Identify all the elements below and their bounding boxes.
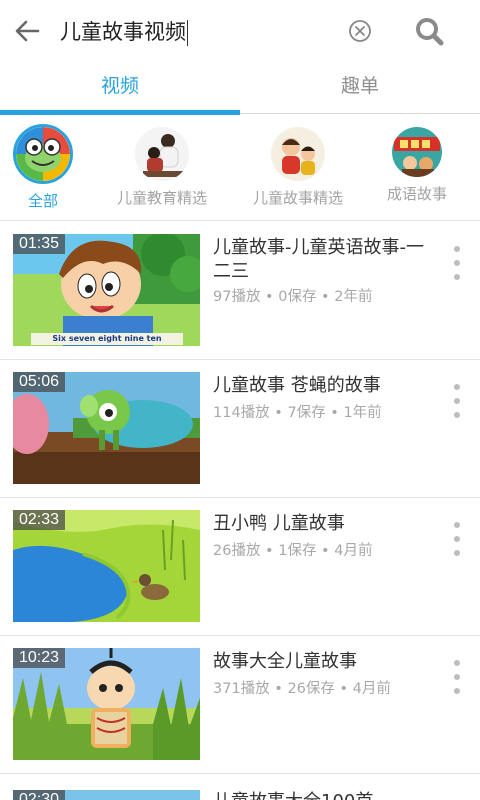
video-meta: 114播放 • 7保存 • 1年前 bbox=[213, 405, 382, 421]
video-item[interactable]: 01:35 Six seven eight nine ten 儿童故事-儿童英语… bbox=[0, 222, 480, 360]
video-duration: 01:35 bbox=[13, 234, 66, 254]
dot bbox=[454, 536, 460, 542]
video-thumbnail[interactable]: 01:35 Six seven eight nine ten bbox=[13, 234, 200, 346]
video-thumbnail[interactable]: 02:30 bbox=[13, 790, 200, 800]
dot bbox=[454, 550, 460, 556]
dot bbox=[454, 412, 460, 418]
video-item-partial[interactable]: 02:30 儿童故事大全100首 bbox=[0, 776, 480, 800]
dot bbox=[454, 384, 460, 390]
category-label: 成语故事 bbox=[386, 185, 447, 203]
tab-playlists[interactable]: 趣单 bbox=[240, 64, 480, 113]
video-meta: 26播放 • 1保存 • 4月前 bbox=[213, 543, 373, 559]
video-duration: 10:23 bbox=[13, 648, 66, 668]
category-idioms[interactable]: 成语故事 bbox=[362, 127, 472, 204]
clear-icon[interactable] bbox=[346, 17, 374, 45]
idiom-story-cover bbox=[392, 127, 442, 177]
search-icon[interactable] bbox=[412, 14, 448, 50]
tab-bar: 视频 趣单 bbox=[0, 64, 480, 115]
category-education[interactable]: 儿童教育精选 bbox=[107, 127, 217, 208]
video-item[interactable]: 02:33 丑小鸭 儿童故事 26播放 • 1保存 • 4月前 bbox=[0, 498, 480, 636]
more-options-icon[interactable] bbox=[446, 246, 468, 280]
category-stories[interactable]: 儿童故事精选 bbox=[243, 127, 353, 208]
dot bbox=[454, 246, 460, 252]
video-meta: 97播放 • 0保存 • 2年前 bbox=[213, 289, 373, 305]
video-title: 儿童故事大全100首 bbox=[213, 790, 373, 800]
video-item[interactable]: 10:23 故事大全儿童故事 371播放 • 26保存 • 4月前 bbox=[0, 636, 480, 774]
video-item[interactable]: 05:06 儿童故事 苍蝇的故事 114播放 • 7保存 • 1年前 bbox=[0, 360, 480, 498]
category-all[interactable]: 全部 bbox=[0, 124, 98, 211]
video-duration: 02:33 bbox=[13, 510, 66, 530]
tab-videos[interactable]: 视频 bbox=[0, 64, 240, 115]
video-list: 01:35 Six seven eight nine ten 儿童故事-儿童英语… bbox=[0, 222, 480, 774]
dot bbox=[454, 522, 460, 528]
video-title: 儿童故事-儿童英语故事-一二三 bbox=[213, 237, 424, 282]
back-arrow-icon[interactable] bbox=[10, 14, 44, 48]
search-bar: 儿童故事视频 bbox=[0, 0, 480, 64]
video-thumbnail[interactable]: 02:33 bbox=[13, 510, 200, 622]
video-thumbnail[interactable]: 05:06 bbox=[13, 372, 200, 484]
dot bbox=[454, 260, 460, 266]
more-options-icon[interactable] bbox=[446, 384, 468, 418]
search-query: 儿童故事视频 bbox=[60, 20, 186, 44]
text-caret bbox=[187, 20, 188, 46]
video-thumbnail[interactable]: 10:23 bbox=[13, 648, 200, 760]
category-label: 儿童故事精选 bbox=[252, 189, 343, 207]
video-duration: 02:30 bbox=[13, 790, 66, 800]
video-title: 故事大全儿童故事 bbox=[213, 651, 357, 672]
dot bbox=[454, 660, 460, 666]
video-title: 儿童故事 苍蝇的故事 bbox=[213, 375, 381, 396]
video-duration: 05:06 bbox=[13, 372, 66, 392]
dot bbox=[454, 688, 460, 694]
search-input[interactable]: 儿童故事视频 bbox=[60, 16, 188, 48]
more-options-icon[interactable] bbox=[446, 522, 468, 556]
thumbnail-caption: Six seven eight nine ten bbox=[52, 334, 162, 343]
video-title: 丑小鸭 儿童故事 bbox=[213, 513, 345, 534]
dot bbox=[454, 274, 460, 280]
cartoon-family-photo bbox=[271, 127, 325, 181]
video-meta: 371播放 • 26保存 • 4月前 bbox=[213, 681, 391, 697]
category-label: 全部 bbox=[27, 192, 58, 210]
more-options-icon[interactable] bbox=[446, 660, 468, 694]
category-label: 儿童教育精选 bbox=[116, 189, 207, 207]
father-child-photo bbox=[135, 127, 189, 181]
category-row: 全部 儿童教育精选 儿童故事精选 成语故事 bbox=[0, 115, 480, 221]
dot bbox=[454, 674, 460, 680]
dot bbox=[454, 398, 460, 404]
colorful-frog-logo bbox=[13, 124, 73, 184]
